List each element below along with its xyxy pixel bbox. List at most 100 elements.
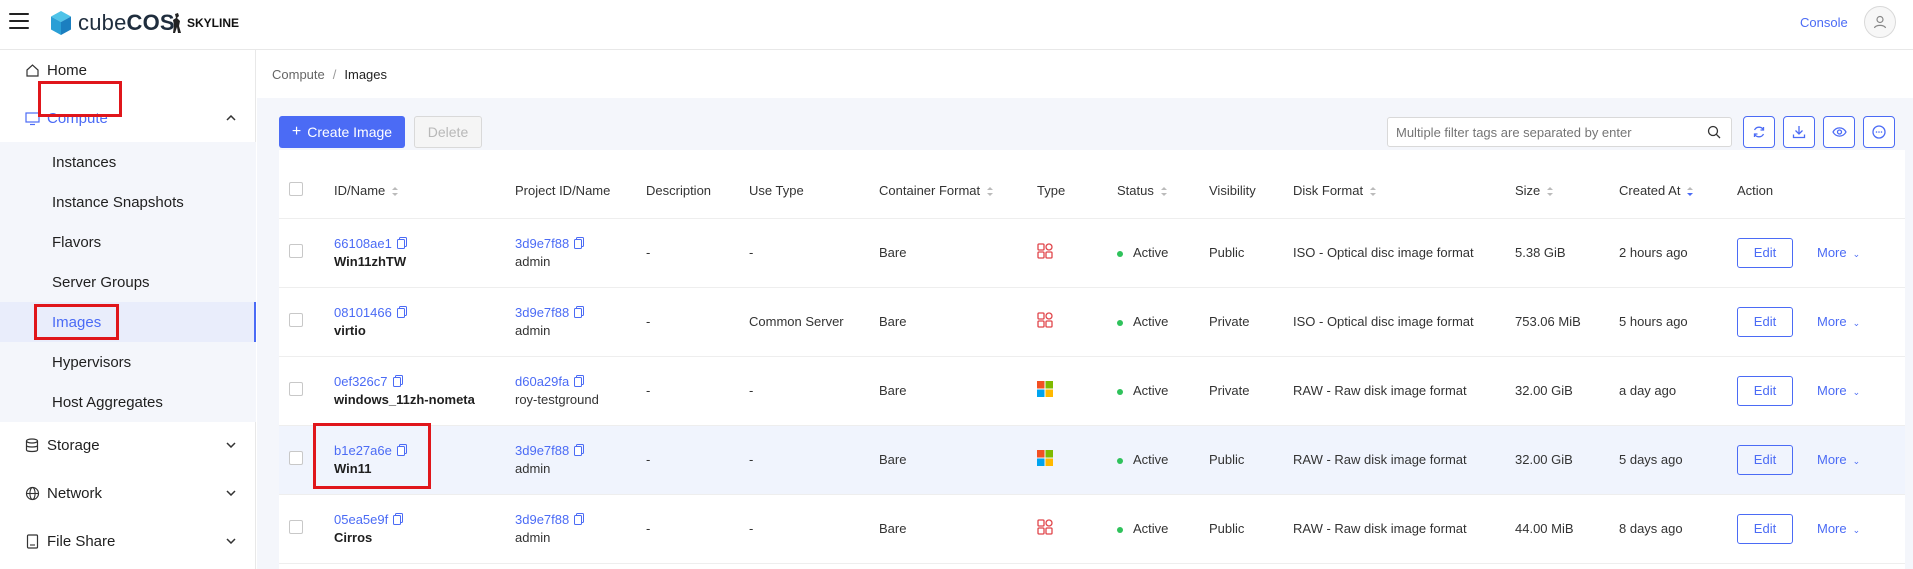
- more-dropdown[interactable]: More ⌄: [1817, 383, 1860, 398]
- copy-icon[interactable]: [574, 306, 585, 321]
- image-id-link[interactable]: 0ef326c7: [334, 374, 388, 389]
- sort-icon[interactable]: [1546, 186, 1554, 197]
- image-id-link[interactable]: 66108ae1: [334, 236, 392, 251]
- sidebar-item-network[interactable]: Network: [0, 473, 256, 513]
- breadcrumb: Compute / Images: [257, 50, 1913, 98]
- row-checkbox[interactable]: [289, 244, 303, 258]
- edit-button[interactable]: Edit: [1737, 306, 1793, 337]
- copy-icon[interactable]: [574, 513, 585, 528]
- copy-icon[interactable]: [396, 237, 407, 252]
- more-dropdown[interactable]: More ⌄: [1817, 314, 1860, 329]
- menu-icon[interactable]: [9, 13, 29, 31]
- select-all-checkbox[interactable]: [289, 182, 303, 197]
- copy-icon[interactable]: [393, 513, 404, 528]
- copy-icon[interactable]: [574, 237, 585, 252]
- sidebar-label-file-share: File Share: [47, 532, 116, 550]
- size-cell: 753.06 MiB: [1515, 287, 1619, 357]
- image-id-link[interactable]: 08101466: [334, 305, 392, 320]
- status-cell: Active: [1117, 425, 1209, 495]
- image-name: virtio: [334, 323, 366, 339]
- row-select-cell[interactable]: [279, 287, 334, 357]
- project-id-link[interactable]: 3d9e7f88: [515, 305, 569, 320]
- sort-icon[interactable]: [986, 186, 994, 197]
- generic-os-icon: [1037, 312, 1053, 331]
- action-cell: Edit More ⌄: [1737, 287, 1905, 357]
- copy-icon[interactable]: [574, 444, 585, 459]
- sort-icon[interactable]: [391, 186, 399, 197]
- project-id-link[interactable]: 3d9e7f88: [515, 443, 569, 458]
- row-checkbox[interactable]: [289, 451, 303, 465]
- sidebar-item-storage[interactable]: Storage: [0, 425, 256, 465]
- user-icon: [1873, 15, 1887, 29]
- project-id-link[interactable]: d60a29fa: [515, 374, 569, 389]
- disk-format-cell: RAW - Raw disk image format: [1293, 425, 1515, 495]
- compute-submenu: Instances Instance Snapshots Flavors Ser…: [0, 142, 256, 422]
- col-id-name[interactable]: ID/Name: [334, 164, 515, 219]
- project-id-link[interactable]: 3d9e7f88: [515, 236, 569, 251]
- edit-button[interactable]: Edit: [1737, 444, 1793, 475]
- image-id-link[interactable]: 05ea5e9f: [334, 512, 388, 527]
- copy-icon[interactable]: [392, 375, 403, 390]
- user-avatar[interactable]: [1864, 6, 1896, 38]
- edit-button[interactable]: Edit: [1737, 237, 1793, 268]
- globe-icon: [24, 485, 40, 501]
- row-select-cell[interactable]: [279, 494, 334, 564]
- project-id-link[interactable]: 3d9e7f88: [515, 512, 569, 527]
- breadcrumb-compute[interactable]: Compute: [272, 67, 325, 82]
- container-format-cell: Bare: [879, 425, 1037, 495]
- row-select-cell[interactable]: [279, 218, 334, 288]
- id-name-cell: 0ef326c7 windows_11zh-nometa: [334, 356, 515, 426]
- row-checkbox[interactable]: [289, 520, 303, 534]
- more-dropdown[interactable]: More ⌄: [1817, 521, 1860, 536]
- visibility-cell: Private: [1209, 356, 1293, 426]
- sidebar-label-host-aggregates: Host Aggregates: [52, 393, 163, 411]
- table-row[interactable]: 08101466 virtio 3d9e7f88 admin - Common Serve…: [279, 287, 1905, 357]
- col-created-at[interactable]: Created At: [1619, 164, 1737, 219]
- col-size[interactable]: Size: [1515, 164, 1619, 219]
- sidebar-item-instance-snapshots[interactable]: Instance Snapshots: [0, 182, 256, 222]
- images-table: ID/Name Project ID/Name Description Use …: [279, 164, 1905, 564]
- download-button[interactable]: [1783, 116, 1815, 148]
- sidebar-item-hypervisors[interactable]: Hypervisors: [0, 342, 256, 382]
- col-action: Action: [1737, 164, 1905, 219]
- select-all-cell[interactable]: [279, 164, 334, 219]
- console-link[interactable]: Console: [1800, 15, 1848, 30]
- copy-icon[interactable]: [396, 306, 407, 321]
- more-options-icon: [1872, 125, 1886, 139]
- col-status[interactable]: Status: [1117, 164, 1209, 219]
- sidebar-item-instances[interactable]: Instances: [0, 142, 256, 182]
- edit-button[interactable]: Edit: [1737, 375, 1793, 406]
- sidebar-item-server-groups[interactable]: Server Groups: [0, 262, 256, 302]
- row-checkbox[interactable]: [289, 382, 303, 396]
- table-row[interactable]: b1e27a6e Win11 3d9e7f88 admin - - Bare Active Pu…: [279, 425, 1905, 495]
- project-cell: 3d9e7f88 admin: [515, 287, 646, 357]
- table-row[interactable]: 0ef326c7 windows_11zh-nometa d60a29fa roy-t…: [279, 356, 1905, 426]
- view-columns-button[interactable]: [1823, 116, 1855, 148]
- copy-icon[interactable]: [574, 375, 585, 390]
- more-dropdown[interactable]: More ⌄: [1817, 452, 1860, 467]
- sort-icon[interactable]: [1369, 186, 1377, 197]
- sidebar-item-file-share[interactable]: File Share: [0, 521, 256, 561]
- sidebar-item-host-aggregates[interactable]: Host Aggregates: [0, 382, 256, 422]
- row-checkbox[interactable]: [289, 313, 303, 327]
- search-icon[interactable]: [1707, 125, 1721, 139]
- settings-button[interactable]: [1863, 116, 1895, 148]
- col-disk-format[interactable]: Disk Format: [1293, 164, 1515, 219]
- status-dot: [1117, 526, 1123, 533]
- refresh-button[interactable]: [1743, 116, 1775, 148]
- delete-button[interactable]: Delete: [414, 116, 482, 148]
- sidebar-item-flavors[interactable]: Flavors: [0, 222, 256, 262]
- description-cell: -: [646, 218, 749, 288]
- table-row[interactable]: 66108ae1 Win11zhTW 3d9e7f88 admin - - Bare Acti…: [279, 218, 1905, 288]
- more-dropdown[interactable]: More ⌄: [1817, 245, 1860, 260]
- row-select-cell[interactable]: [279, 356, 334, 426]
- search-input[interactable]: [1387, 117, 1732, 147]
- edit-button[interactable]: Edit: [1737, 513, 1793, 544]
- chevron-down-icon: ⌄: [1852, 387, 1861, 397]
- sort-desc-icon[interactable]: [1686, 186, 1694, 197]
- table-row[interactable]: 05ea5e9f Cirros 3d9e7f88 admin - - Bare Active P…: [279, 494, 1905, 564]
- sort-icon[interactable]: [1160, 186, 1168, 197]
- col-container-format[interactable]: Container Format: [879, 164, 1037, 219]
- cubecos-logo[interactable]: cubeCOS: [50, 10, 175, 36]
- create-image-button[interactable]: + Create Image: [279, 116, 405, 148]
